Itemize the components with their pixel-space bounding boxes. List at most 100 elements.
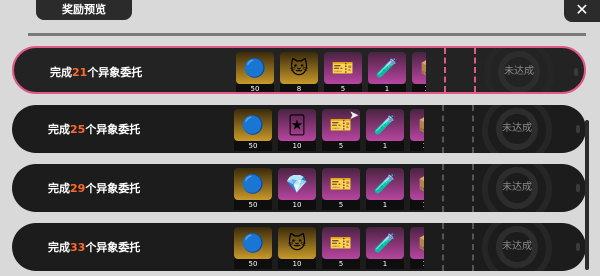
- potion-icon: 🧪: [366, 227, 404, 259]
- label-suffix: 个异象委托: [87, 66, 143, 79]
- row-divider: [442, 223, 444, 271]
- label-suffix: 个异象委托: [85, 123, 141, 136]
- row-divider: [472, 164, 474, 212]
- reward-item[interactable]: 📦150: [410, 109, 424, 151]
- blue-orb-icon: 🔵: [234, 227, 272, 259]
- reward-quantity: 5: [324, 84, 362, 92]
- reward-quantity: 5: [322, 259, 360, 269]
- mouse-cursor-icon: ➤: [349, 108, 360, 122]
- milestone-label: 完成25个异象委托: [48, 121, 140, 137]
- header-divider: [28, 33, 586, 36]
- row-divider: [442, 164, 444, 212]
- reward-quantity: 50: [234, 259, 272, 269]
- reward-quantity: 150: [410, 259, 424, 269]
- reward-item[interactable]: 🔵 50: [234, 227, 272, 269]
- reward-item[interactable]: 🔵 50: [234, 168, 272, 210]
- label-prefix: 完成: [48, 182, 70, 195]
- reward-list: 🔵50🃏10🎫5🧪1📦150: [234, 109, 424, 151]
- row-tick: [574, 68, 578, 76]
- milestone-list: 完成21个异象委托🔵50🐱8🎫5🧪1📦150未达成完成25个异象委托🔵50🃏10…: [12, 46, 586, 276]
- milestone-label: 完成29个异象委托: [48, 180, 140, 196]
- reward-quantity: 150: [412, 84, 426, 92]
- milestone-row: 完成25个异象委托🔵50🃏10🎫5🧪1📦150未达成: [12, 105, 586, 153]
- card-pack-icon: 🃏: [278, 109, 316, 141]
- reward-list: 🔵50💎10🎫5🧪1📦150: [234, 168, 424, 210]
- material-icon: 📦: [410, 168, 424, 200]
- panel-title: 奖励预览: [36, 0, 132, 20]
- scrollbar[interactable]: [585, 120, 589, 270]
- milestone-count: 29: [70, 182, 86, 195]
- row-divider: [472, 105, 474, 153]
- reward-item[interactable]: 🔵 50: [236, 52, 274, 92]
- reward-quantity: 150: [410, 141, 424, 151]
- row-tick: [576, 243, 580, 251]
- material-icon: 📦: [410, 227, 424, 259]
- reward-item[interactable]: 🐱 8: [280, 52, 318, 92]
- milestone-count: 21: [72, 66, 88, 79]
- reward-item[interactable]: 🃏 10: [278, 109, 316, 151]
- blue-orb-icon: 🔵: [236, 52, 274, 84]
- reward-quantity: 1: [366, 141, 404, 151]
- blue-orb-icon: 🔵: [234, 109, 272, 141]
- reward-quantity: 5: [322, 141, 360, 151]
- reward-item[interactable]: 🧪 1: [366, 227, 404, 269]
- potion-icon: 🧪: [366, 109, 404, 141]
- material-icon: 📦: [412, 52, 426, 84]
- reward-item[interactable]: 📦150: [410, 227, 424, 269]
- reward-item[interactable]: 🎫 5: [322, 168, 360, 210]
- milestone-label: 完成33个异象委托: [48, 239, 140, 255]
- ticket-icon: 🎫: [324, 52, 362, 84]
- claim-status-button[interactable]: 未达成: [496, 108, 538, 150]
- claim-status-button[interactable]: 未达成: [496, 226, 538, 268]
- crystal-shard-icon: 💎: [278, 168, 316, 200]
- claim-status-button[interactable]: 未达成: [496, 167, 538, 209]
- potion-icon: 🧪: [368, 52, 406, 84]
- reward-quantity: 150: [410, 200, 424, 210]
- label-prefix: 完成: [50, 66, 72, 79]
- milestone-row: 完成33个异象委托🔵50🐱10🎫5🧪1📦150未达成: [12, 223, 586, 271]
- reward-item[interactable]: 🐱 10: [278, 227, 316, 269]
- milestone-row: 完成29个异象委托🔵50💎10🎫5🧪1📦150未达成: [12, 164, 586, 212]
- reward-quantity: 5: [322, 200, 360, 210]
- row-tick: [576, 125, 580, 133]
- row-divider: [472, 223, 474, 271]
- row-tick: [576, 184, 580, 192]
- label-prefix: 完成: [48, 241, 70, 254]
- reward-quantity: 50: [234, 200, 272, 210]
- reward-item[interactable]: 🎫 5: [322, 227, 360, 269]
- reward-item[interactable]: 🧪 1: [366, 168, 404, 210]
- reward-quantity: 50: [236, 84, 274, 92]
- reward-item[interactable]: 📦150: [412, 52, 426, 92]
- milestone-count: 25: [70, 123, 86, 136]
- reward-item[interactable]: 🎫 5: [324, 52, 362, 92]
- row-divider: [442, 105, 444, 153]
- reward-item[interactable]: 🧪 1: [366, 109, 404, 151]
- ticket-icon: 🎫: [322, 168, 360, 200]
- milestone-label: 完成21个异象委托: [50, 64, 142, 80]
- reward-item[interactable]: 🔵 50: [234, 109, 272, 151]
- reward-item[interactable]: 📦150: [410, 168, 424, 210]
- reward-quantity: 8: [280, 84, 318, 92]
- reward-list: 🔵50🐱8🎫5🧪1📦150: [236, 52, 426, 92]
- close-button[interactable]: ✕: [564, 0, 600, 22]
- reward-quantity: 10: [278, 200, 316, 210]
- reward-quantity: 1: [368, 84, 406, 92]
- material-icon: 📦: [410, 109, 424, 141]
- label-prefix: 完成: [48, 123, 70, 136]
- row-divider: [474, 48, 476, 92]
- character-medal-icon: 🐱: [278, 227, 316, 259]
- character-medal-icon: 🐱: [280, 52, 318, 84]
- claim-status-button[interactable]: 未达成: [498, 51, 540, 92]
- reward-item[interactable]: 🧪 1: [368, 52, 406, 92]
- reward-quantity: 1: [366, 259, 404, 269]
- milestone-row: 完成21个异象委托🔵50🐱8🎫5🧪1📦150未达成: [12, 46, 586, 94]
- reward-quantity: 10: [278, 259, 316, 269]
- row-divider: [444, 48, 446, 92]
- ticket-icon: 🎫: [322, 227, 360, 259]
- reward-item[interactable]: 💎 10: [278, 168, 316, 210]
- reward-quantity: 1: [366, 200, 404, 210]
- label-suffix: 个异象委托: [85, 182, 141, 195]
- milestone-count: 33: [70, 241, 86, 254]
- potion-icon: 🧪: [366, 168, 404, 200]
- reward-list: 🔵50🐱10🎫5🧪1📦150: [234, 227, 424, 269]
